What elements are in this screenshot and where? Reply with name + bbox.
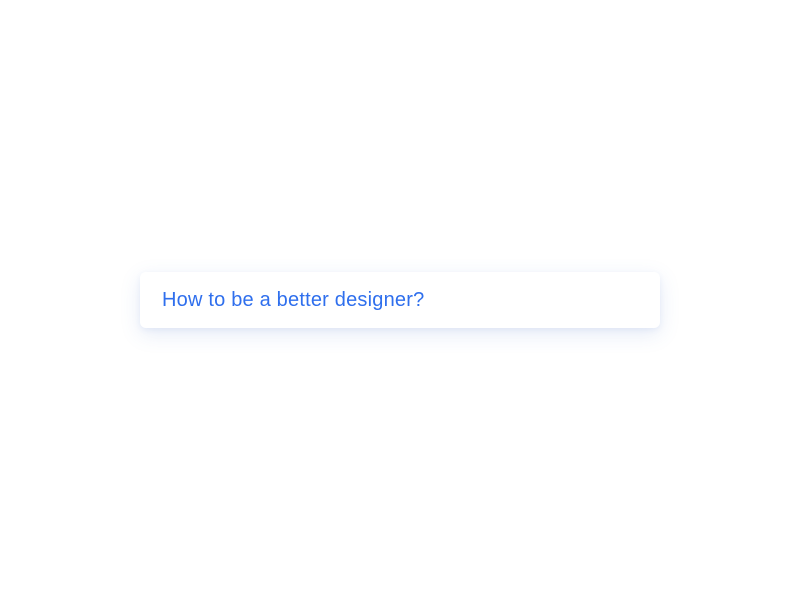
search-bar-container [140, 272, 660, 328]
search-input[interactable] [140, 272, 660, 328]
